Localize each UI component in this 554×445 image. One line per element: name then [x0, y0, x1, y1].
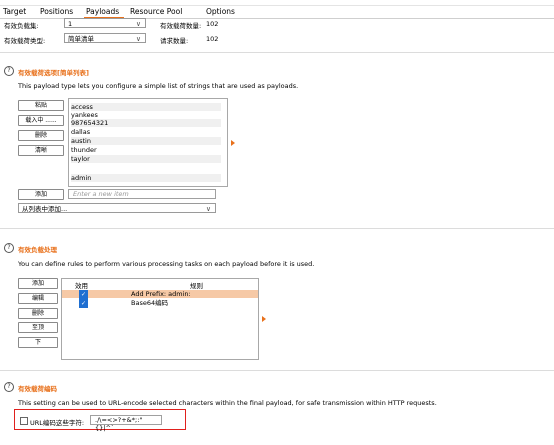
tab-options[interactable]: Options	[206, 7, 235, 16]
payload-options-title: 有效载荷选项[简单列表]	[18, 69, 89, 77]
payload-type-label: 有效载荷类型:	[4, 37, 46, 45]
section-divider	[0, 228, 554, 229]
move-up-button[interactable]: 至顶	[18, 322, 58, 333]
payload-processing-title: 有效负载处理	[18, 246, 57, 254]
section-divider	[0, 370, 554, 371]
list-item[interactable]: taylor	[71, 155, 221, 163]
payload-processing-description: You can define rules to perform various …	[18, 260, 315, 268]
add-rule-button[interactable]: 添加	[18, 278, 58, 289]
list-item[interactable]: admin	[71, 174, 221, 182]
request-count-label: 请求数量:	[160, 37, 189, 45]
payload-count-value: 102	[206, 20, 219, 28]
payload-encoding-description: This setting can be used to URL-encode s…	[18, 399, 437, 407]
payload-list[interactable]: access yankees 987654321 dallas austin t…	[68, 98, 228, 187]
add-from-list-select[interactable]: 从列表中添加... ∨	[18, 203, 216, 213]
request-count-value: 102	[206, 35, 219, 43]
tab-resource-pool[interactable]: Resource Pool	[130, 7, 182, 16]
clear-button[interactable]: 清晰	[18, 145, 64, 156]
collapse-arrow-icon[interactable]	[231, 140, 235, 146]
paste-button[interactable]: 粘贴	[18, 100, 64, 111]
list-item[interactable]: thunder	[71, 146, 221, 154]
add-from-list-value: 从列表中添加...	[22, 205, 68, 213]
chevron-down-icon: ∨	[135, 20, 141, 28]
payload-options-description: This payload type lets you configure a s…	[18, 82, 299, 90]
collapse-arrow-icon[interactable]	[262, 316, 266, 322]
remove-button[interactable]: 删除	[18, 130, 64, 141]
help-question-icon[interactable]: ?	[4, 243, 14, 253]
payload-type-select[interactable]: 简单清单 ∨	[64, 33, 146, 43]
payload-set-label: 有效负载集:	[4, 22, 39, 30]
column-header-rule: 规则	[190, 282, 203, 290]
table-row[interactable]: ✓ Base64编码	[62, 299, 258, 308]
help-question-icon[interactable]: ?	[4, 66, 14, 76]
rule-enabled-checkbox[interactable]: ✓	[79, 299, 88, 308]
new-item-input[interactable]: Enter a new item	[68, 189, 216, 199]
tab-payloads[interactable]: Payloads	[86, 7, 119, 16]
rule-enabled-checkbox[interactable]: ✓	[79, 290, 88, 299]
url-encode-label: URL编码这些字符:	[30, 419, 85, 427]
remove-rule-button[interactable]: 删除	[18, 308, 58, 319]
chevron-down-icon: ∨	[135, 35, 141, 43]
rule-text: Base64编码	[131, 299, 169, 307]
table-row[interactable]: ✓ Add Prefix: admin:	[62, 290, 258, 299]
rule-text: Add Prefix: admin:	[131, 290, 191, 298]
list-item[interactable]: austin	[71, 137, 221, 145]
load-button[interactable]: 载入中 ......	[18, 115, 64, 126]
payload-set-select[interactable]: 1 ∨	[64, 18, 146, 28]
add-item-button[interactable]: 添加	[18, 189, 64, 200]
processing-rules-table[interactable]: 效用 规则 ✓ Add Prefix: admin: ✓ Base64编码	[61, 278, 259, 360]
move-down-button[interactable]: 下	[18, 337, 58, 348]
edit-rule-button[interactable]: 编辑	[18, 293, 58, 304]
section-divider	[0, 52, 554, 53]
help-question-icon[interactable]: ?	[4, 382, 14, 392]
tab-target[interactable]: Target	[3, 7, 26, 16]
payload-set-value: 1	[68, 20, 73, 28]
tab-positions[interactable]: Positions	[40, 7, 73, 16]
url-encode-checkbox[interactable]	[20, 417, 28, 425]
chevron-down-icon: ∨	[205, 205, 211, 213]
list-item[interactable]: access	[71, 103, 221, 111]
payload-type-value: 简单清单	[68, 35, 94, 43]
payload-encoding-title: 有效载荷编码	[18, 385, 57, 393]
url-encode-chars-input[interactable]: ./\=<>?+&*;:"{}|^`	[90, 415, 162, 432]
list-item[interactable]: yankees	[71, 111, 221, 119]
list-item[interactable]: dallas	[71, 128, 221, 136]
column-header-enabled: 效用	[75, 282, 88, 290]
list-item[interactable]: 987654321	[71, 119, 221, 127]
payload-count-label: 有效载荷数量:	[160, 22, 202, 30]
